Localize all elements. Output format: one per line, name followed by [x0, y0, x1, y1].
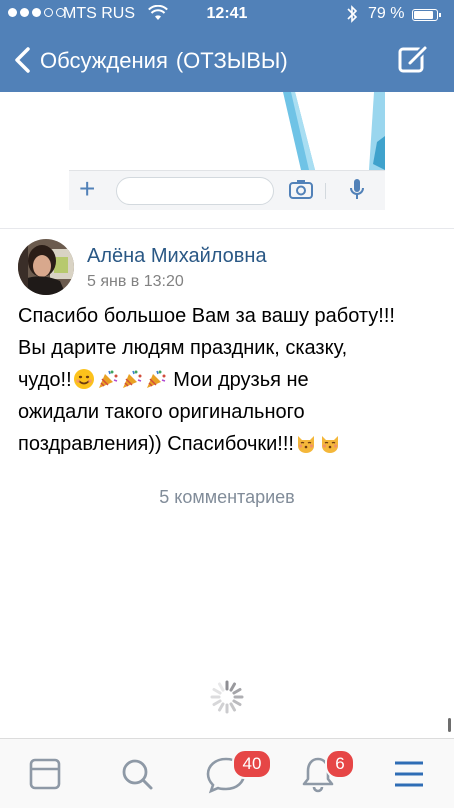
post-date[interactable]: 5 янв в 13:20: [87, 273, 184, 291]
post-text-line: Вы дарите людям праздник, сказку,: [18, 337, 348, 359]
page-title-sub: (ОТЗЫВЫ): [175, 48, 288, 73]
tab-menu[interactable]: [381, 749, 437, 799]
status-bar: MTS RUS 12:41 79 %: [0, 0, 454, 28]
kissing-cat-icon: [297, 436, 314, 453]
avatar[interactable]: [18, 239, 74, 295]
post-image[interactable]: +: [69, 92, 385, 210]
post-text-line: ожидали такого оригинального: [18, 401, 305, 423]
battery-icon: [412, 9, 441, 21]
header-bar: MTS RUS 12:41 79 % Обсуждения (ОТЗЫВЫ): [0, 0, 454, 92]
battery-percent: 79 %: [368, 5, 405, 22]
page-title: Обсуждения (ОТЗЫВЫ): [40, 48, 288, 74]
post-text-fragment: чудо!!: [18, 369, 72, 391]
tab-search[interactable]: [109, 749, 165, 799]
back-icon[interactable]: [10, 44, 40, 76]
bluetooth-icon: [346, 4, 358, 29]
tab-news[interactable]: [17, 749, 73, 799]
divider: [325, 183, 326, 199]
search-icon: [122, 759, 153, 790]
news-icon: [29, 758, 61, 790]
post-text-line: поздравления)) Спасибочки!!!: [18, 428, 438, 460]
image-content: [69, 92, 385, 170]
post-text: Спасибо большое Вам за вашу работу!!! Вы…: [18, 300, 438, 460]
kissing-cat-icon: [321, 436, 338, 453]
messages-badge: 40: [232, 749, 272, 779]
image-input-bar: +: [69, 170, 385, 210]
page-title-main: Обсуждения: [40, 48, 168, 73]
compose-icon[interactable]: [396, 44, 432, 76]
party-popper-icon: [98, 370, 118, 388]
tab-bar: 40 6: [0, 738, 454, 808]
plus-icon: +: [79, 173, 96, 204]
menu-icon: [395, 761, 423, 787]
loading-spinner-icon: [208, 678, 246, 716]
party-popper-icon: [146, 370, 166, 388]
image-text-field: [116, 177, 274, 205]
post-text-fragment: Мои друзья не: [173, 369, 309, 391]
post-separator: [0, 228, 454, 229]
post-author[interactable]: Алёна Михайловна: [87, 245, 267, 268]
post-text-line: чудо!! Мои друзья не: [18, 364, 438, 396]
camera-icon: [289, 179, 313, 204]
notifications-badge: 6: [325, 749, 355, 779]
party-popper-icon: [122, 370, 142, 388]
smiling-face-icon: [73, 369, 94, 389]
post-text-fragment: поздравления)) Спасибочки!!!: [18, 433, 294, 455]
comments-count-link[interactable]: 5 комментариев: [0, 487, 454, 508]
post-text-line: Спасибо большое Вам за вашу работу!!!: [18, 305, 395, 327]
scrollbar[interactable]: [448, 718, 451, 732]
microphone-icon: [349, 178, 365, 207]
